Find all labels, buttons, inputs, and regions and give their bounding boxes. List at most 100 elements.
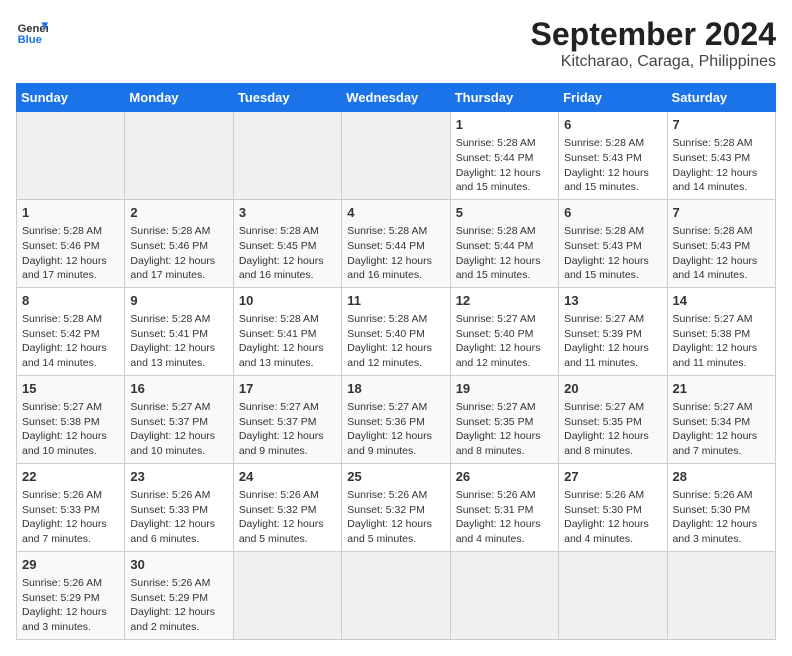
day-number: 7 bbox=[673, 204, 770, 222]
day-number: 23 bbox=[130, 468, 227, 486]
sunset: Sunset: 5:43 PM bbox=[564, 152, 642, 164]
day-number: 12 bbox=[456, 292, 553, 310]
sunset: Sunset: 5:44 PM bbox=[456, 240, 534, 252]
daylight: Daylight: 12 hours and 14 minutes. bbox=[673, 167, 758, 194]
day-number: 5 bbox=[456, 204, 553, 222]
page-subtitle: Kitcharao, Caraga, Philippines bbox=[531, 53, 776, 71]
sunrise: Sunrise: 5:28 AM bbox=[456, 225, 536, 237]
daylight: Daylight: 12 hours and 7 minutes. bbox=[673, 430, 758, 457]
daylight: Daylight: 12 hours and 12 minutes. bbox=[456, 342, 541, 369]
list-item bbox=[342, 112, 450, 200]
col-sunday: Sunday bbox=[17, 84, 125, 112]
day-number: 11 bbox=[347, 292, 444, 310]
daylight: Daylight: 12 hours and 2 minutes. bbox=[130, 606, 215, 633]
calendar-table: Sunday Monday Tuesday Wednesday Thursday… bbox=[16, 83, 776, 640]
sunrise: Sunrise: 5:28 AM bbox=[22, 313, 102, 325]
col-wednesday: Wednesday bbox=[342, 84, 450, 112]
daylight: Daylight: 12 hours and 17 minutes. bbox=[130, 255, 215, 282]
daylight: Daylight: 12 hours and 15 minutes. bbox=[564, 255, 649, 282]
sunrise: Sunrise: 5:28 AM bbox=[456, 137, 536, 149]
svg-text:Blue: Blue bbox=[18, 34, 42, 46]
sunset: Sunset: 5:46 PM bbox=[130, 240, 208, 252]
daylight: Daylight: 12 hours and 11 minutes. bbox=[673, 342, 758, 369]
day-number: 20 bbox=[564, 380, 661, 398]
list-item bbox=[667, 551, 775, 639]
daylight: Daylight: 12 hours and 10 minutes. bbox=[130, 430, 215, 457]
logo-icon: General Blue bbox=[16, 16, 48, 48]
sunrise: Sunrise: 5:26 AM bbox=[456, 489, 536, 501]
daylight: Daylight: 12 hours and 7 minutes. bbox=[22, 518, 107, 545]
sunset: Sunset: 5:41 PM bbox=[239, 328, 317, 340]
daylight: Daylight: 12 hours and 5 minutes. bbox=[347, 518, 432, 545]
daylight: Daylight: 12 hours and 5 minutes. bbox=[239, 518, 324, 545]
title-area: September 2024 Kitcharao, Caraga, Philip… bbox=[531, 16, 776, 71]
list-item: 5 Sunrise: 5:28 AM Sunset: 5:44 PM Dayli… bbox=[450, 199, 558, 287]
day-number: 17 bbox=[239, 380, 336, 398]
col-friday: Friday bbox=[559, 84, 667, 112]
daylight: Daylight: 12 hours and 11 minutes. bbox=[564, 342, 649, 369]
sunrise: Sunrise: 5:26 AM bbox=[673, 489, 753, 501]
day-number: 2 bbox=[130, 204, 227, 222]
daylight: Daylight: 12 hours and 15 minutes. bbox=[564, 167, 649, 194]
sunrise: Sunrise: 5:27 AM bbox=[673, 313, 753, 325]
day-number: 13 bbox=[564, 292, 661, 310]
sunset: Sunset: 5:32 PM bbox=[239, 504, 317, 516]
day-number: 21 bbox=[673, 380, 770, 398]
sunset: Sunset: 5:42 PM bbox=[22, 328, 100, 340]
sunset: Sunset: 5:34 PM bbox=[673, 416, 751, 428]
sunrise: Sunrise: 5:28 AM bbox=[239, 225, 319, 237]
sunrise: Sunrise: 5:27 AM bbox=[347, 401, 427, 413]
daylight: Daylight: 12 hours and 15 minutes. bbox=[456, 167, 541, 194]
day-number: 18 bbox=[347, 380, 444, 398]
sunset: Sunset: 5:30 PM bbox=[564, 504, 642, 516]
sunrise: Sunrise: 5:28 AM bbox=[347, 313, 427, 325]
daylight: Daylight: 12 hours and 9 minutes. bbox=[347, 430, 432, 457]
list-item bbox=[233, 112, 341, 200]
day-number: 9 bbox=[130, 292, 227, 310]
list-item bbox=[559, 551, 667, 639]
list-item bbox=[17, 112, 125, 200]
sunset: Sunset: 5:40 PM bbox=[456, 328, 534, 340]
list-item: 27 Sunrise: 5:26 AM Sunset: 5:30 PM Dayl… bbox=[559, 463, 667, 551]
list-item: 28 Sunrise: 5:26 AM Sunset: 5:30 PM Dayl… bbox=[667, 463, 775, 551]
day-number: 1 bbox=[456, 116, 553, 134]
logo: General Blue bbox=[16, 16, 48, 48]
list-item: 2 Sunrise: 5:28 AM Sunset: 5:46 PM Dayli… bbox=[125, 199, 233, 287]
col-tuesday: Tuesday bbox=[233, 84, 341, 112]
day-number: 24 bbox=[239, 468, 336, 486]
sunrise: Sunrise: 5:28 AM bbox=[130, 313, 210, 325]
list-item: 15 Sunrise: 5:27 AM Sunset: 5:38 PM Dayl… bbox=[17, 375, 125, 463]
sunset: Sunset: 5:32 PM bbox=[347, 504, 425, 516]
list-item: 9 Sunrise: 5:28 AM Sunset: 5:41 PM Dayli… bbox=[125, 287, 233, 375]
list-item: 26 Sunrise: 5:26 AM Sunset: 5:31 PM Dayl… bbox=[450, 463, 558, 551]
sunset: Sunset: 5:38 PM bbox=[673, 328, 751, 340]
sunrise: Sunrise: 5:27 AM bbox=[239, 401, 319, 413]
calendar-header-row: Sunday Monday Tuesday Wednesday Thursday… bbox=[17, 84, 776, 112]
list-item: 10 Sunrise: 5:28 AM Sunset: 5:41 PM Dayl… bbox=[233, 287, 341, 375]
daylight: Daylight: 12 hours and 14 minutes. bbox=[673, 255, 758, 282]
col-monday: Monday bbox=[125, 84, 233, 112]
day-number: 27 bbox=[564, 468, 661, 486]
daylight: Daylight: 12 hours and 4 minutes. bbox=[564, 518, 649, 545]
sunrise: Sunrise: 5:27 AM bbox=[456, 401, 536, 413]
list-item: 13 Sunrise: 5:27 AM Sunset: 5:39 PM Dayl… bbox=[559, 287, 667, 375]
sunrise: Sunrise: 5:26 AM bbox=[22, 489, 102, 501]
sunset: Sunset: 5:35 PM bbox=[456, 416, 534, 428]
sunset: Sunset: 5:46 PM bbox=[22, 240, 100, 252]
day-number: 6 bbox=[564, 116, 661, 134]
table-row: 22 Sunrise: 5:26 AM Sunset: 5:33 PM Dayl… bbox=[17, 463, 776, 551]
sunset: Sunset: 5:31 PM bbox=[456, 504, 534, 516]
sunset: Sunset: 5:29 PM bbox=[22, 592, 100, 604]
sunrise: Sunrise: 5:28 AM bbox=[564, 225, 644, 237]
sunset: Sunset: 5:37 PM bbox=[130, 416, 208, 428]
col-saturday: Saturday bbox=[667, 84, 775, 112]
sunset: Sunset: 5:30 PM bbox=[673, 504, 751, 516]
page-title: September 2024 bbox=[531, 16, 776, 53]
sunset: Sunset: 5:33 PM bbox=[22, 504, 100, 516]
list-item: 8 Sunrise: 5:28 AM Sunset: 5:42 PM Dayli… bbox=[17, 287, 125, 375]
sunrise: Sunrise: 5:28 AM bbox=[239, 313, 319, 325]
list-item: 30 Sunrise: 5:26 AM Sunset: 5:29 PM Dayl… bbox=[125, 551, 233, 639]
list-item bbox=[342, 551, 450, 639]
sunset: Sunset: 5:45 PM bbox=[239, 240, 317, 252]
sunrise: Sunrise: 5:28 AM bbox=[673, 137, 753, 149]
